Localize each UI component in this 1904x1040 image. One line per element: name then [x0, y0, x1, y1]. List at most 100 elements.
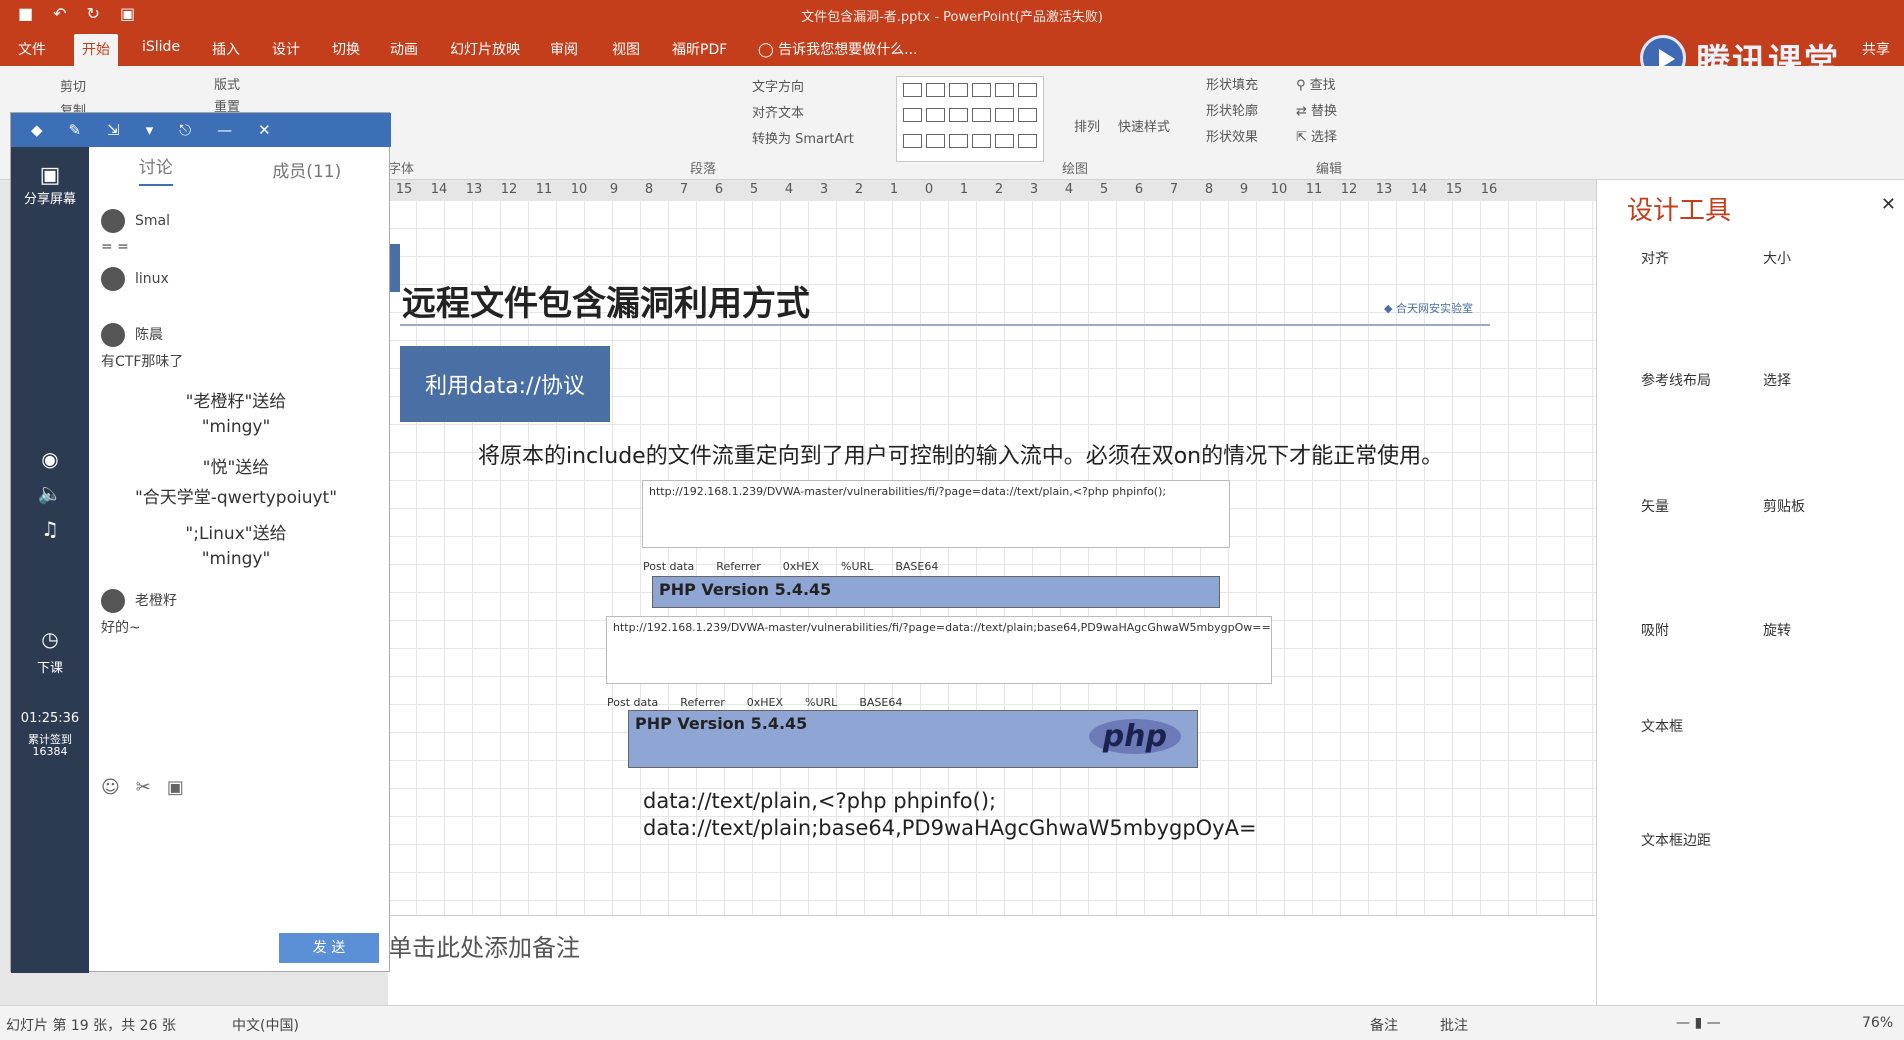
tab-discuss[interactable]: 讨论	[138, 153, 173, 186]
message-text: 好的~	[101, 620, 141, 636]
tab-insert[interactable]: 插入	[212, 39, 240, 59]
ruler-tick: 9	[1239, 182, 1249, 197]
tab-home[interactable]: 开始	[74, 34, 118, 68]
section-guide-layout[interactable]: 参考线布局	[1641, 370, 1711, 390]
close-chat-icon[interactable]: ✕	[258, 121, 271, 139]
chat-tabs: 讨论 成员(11)	[89, 147, 391, 191]
screenshot-url-2[interactable]: http://192.168.1.239/DVWA-master/vulnera…	[606, 616, 1272, 709]
speaker-icon[interactable]: 🔈	[11, 481, 89, 505]
ruler-tick: 13	[1375, 182, 1393, 197]
section-textbox[interactable]: 文本框	[1641, 716, 1683, 736]
tab-design[interactable]: 设计	[272, 39, 300, 59]
ruler-tick: 4	[1064, 182, 1074, 197]
post-data-label-2: Post data	[607, 696, 659, 709]
hex-label-2: 0xHEX	[746, 696, 784, 709]
section-textbox-margin[interactable]: 文本框边距	[1641, 830, 1711, 850]
camera-icon[interactable]: ◉	[11, 447, 89, 471]
edit-icon[interactable]: ✎	[69, 121, 82, 139]
music-icon[interactable]: ♫	[11, 517, 89, 541]
tell-me-search[interactable]: ◯ 告诉我您想要做什么...	[758, 39, 917, 59]
code-block[interactable]: data://text/plain,<?php phpinfo(); data:…	[643, 788, 1257, 842]
url-text-2: http://192.168.1.239/DVWA-master/vulnera…	[613, 621, 1271, 634]
slide-counter: 幻灯片 第 19 张，共 26 张	[6, 1018, 176, 1034]
share-button[interactable]: 共享	[1862, 39, 1890, 59]
zoom-level[interactable]: 76%	[1862, 1015, 1893, 1031]
shape-effects-button[interactable]: 形状效果	[1206, 126, 1258, 145]
section-snap[interactable]: 吸附	[1641, 620, 1669, 640]
ruler-tick: 7	[679, 182, 689, 197]
search-icon: ⚲	[1296, 78, 1310, 93]
avatar	[101, 267, 125, 291]
tab-review[interactable]: 审阅	[550, 39, 578, 59]
message-user: 老橙籽	[135, 593, 177, 609]
base64-label-2: BASE64	[859, 696, 903, 709]
tell-me-text: 告诉我您想要做什么...	[778, 42, 918, 58]
ruler-tick: 5	[1099, 182, 1109, 197]
pin-icon[interactable]: ⎋	[179, 121, 191, 139]
screenshot-url-1[interactable]: http://192.168.1.239/DVWA-master/vulnera…	[642, 480, 1230, 573]
section-select[interactable]: 选择	[1763, 370, 1791, 390]
slide-description[interactable]: 将原本的include的文件流重定向到了用户可控制的输入流中。必须在双on的情况…	[478, 438, 1443, 470]
find-button[interactable]: ⚲ 查找	[1296, 74, 1336, 93]
emoji-icon[interactable]: ☺	[101, 777, 120, 798]
tab-animations[interactable]: 动画	[390, 39, 418, 59]
comments-toggle[interactable]: 批注	[1440, 1015, 1468, 1035]
arrange-button[interactable]: 排列	[1074, 116, 1100, 135]
tab-islide[interactable]: iSlide	[142, 39, 180, 55]
slide-canvas[interactable]: 远程文件包含漏洞利用方式 ◆ 合天网安实验室 利用data://协议 将原本的i…	[388, 200, 1596, 915]
count-value: 16384	[32, 745, 68, 758]
clock-icon: ◷	[41, 627, 59, 651]
end-class-button[interactable]: 下课	[11, 657, 89, 676]
slide-title[interactable]: 远程文件包含漏洞利用方式	[402, 276, 810, 325]
group-label-font: 字体	[388, 162, 415, 177]
close-icon[interactable]: ✕	[1881, 194, 1896, 215]
chevron-down-icon[interactable]: ▾	[146, 121, 154, 139]
layout-button[interactable]: 版式	[214, 74, 240, 93]
text-direction-button[interactable]: 文字方向	[752, 76, 804, 95]
share-screen-button[interactable]: ▣ 分享屏幕	[11, 163, 89, 207]
tab-transitions[interactable]: 切换	[332, 39, 360, 59]
notes-pane[interactable]: 单击此处添加备注	[388, 915, 1596, 1005]
ruler-tick: 9	[609, 182, 619, 197]
cut-button[interactable]: 剪切	[60, 76, 86, 95]
convert-smartart-button[interactable]: 转换为 SmartArt	[752, 128, 854, 147]
message-item: linux	[101, 267, 169, 291]
slide[interactable]: 远程文件包含漏洞利用方式 ◆ 合天网安实验室 利用data://协议 将原本的i…	[388, 240, 1540, 890]
ruler-tick: 16	[1480, 182, 1498, 197]
section-size[interactable]: 大小	[1763, 248, 1791, 268]
section-rotate[interactable]: 旋转	[1763, 620, 1791, 640]
url-label-2: %URL	[805, 696, 838, 709]
find-label: 查找	[1309, 78, 1336, 93]
status-bar: 幻灯片 第 19 张，共 26 张 中文(中国) 备注 批注 — ▮ — 76%	[0, 1005, 1904, 1040]
tab-slideshow[interactable]: 幻灯片放映	[450, 39, 520, 59]
shape-outline-button[interactable]: 形状轮廓	[1206, 100, 1258, 119]
ruler-tick: 10	[570, 182, 588, 197]
shape-fill-button[interactable]: 形状填充	[1206, 74, 1258, 93]
scissors-icon[interactable]: ✂	[136, 777, 151, 798]
code-line-1: data://text/plain,<?php phpinfo();	[643, 789, 997, 813]
zoom-slider[interactable]: — ▮ —	[1676, 1015, 1721, 1031]
gift-line: "mingy"	[201, 549, 271, 569]
quick-styles-button[interactable]: 快速样式	[1118, 116, 1170, 135]
data-protocol-box[interactable]: 利用data://协议	[400, 346, 610, 422]
ribbon-tabs: 文件 开始 iSlide 插入 设计 切换 动画 幻灯片放映 审阅 视图 福昕P…	[0, 30, 1904, 68]
image-icon[interactable]: ▣	[167, 777, 184, 798]
export-icon[interactable]: ⇲	[107, 121, 120, 139]
shapes-gallery[interactable]	[896, 76, 1044, 162]
tab-file[interactable]: 文件	[18, 39, 46, 59]
tab-view[interactable]: 视图	[612, 39, 640, 59]
shield-icon[interactable]: ◆	[31, 121, 43, 139]
minimize-icon[interactable]: —	[217, 121, 232, 139]
section-vector[interactable]: 矢量	[1641, 496, 1669, 516]
section-align[interactable]: 对齐	[1641, 248, 1669, 268]
replace-button[interactable]: ⇄ 替换	[1296, 100, 1337, 119]
send-button[interactable]: 发 送	[279, 933, 379, 963]
notes-toggle[interactable]: 备注	[1370, 1015, 1398, 1035]
language-indicator[interactable]: 中文(中国)	[232, 1015, 299, 1035]
tab-members[interactable]: 成员(11)	[272, 157, 341, 182]
select-button[interactable]: ⇱ 选择	[1296, 126, 1337, 145]
section-clipboard[interactable]: 剪贴板	[1763, 496, 1805, 516]
tab-foxit-pdf[interactable]: 福昕PDF	[672, 39, 727, 59]
align-text-button[interactable]: 对齐文本	[752, 102, 804, 121]
hex-label: 0xHEX	[782, 560, 820, 573]
